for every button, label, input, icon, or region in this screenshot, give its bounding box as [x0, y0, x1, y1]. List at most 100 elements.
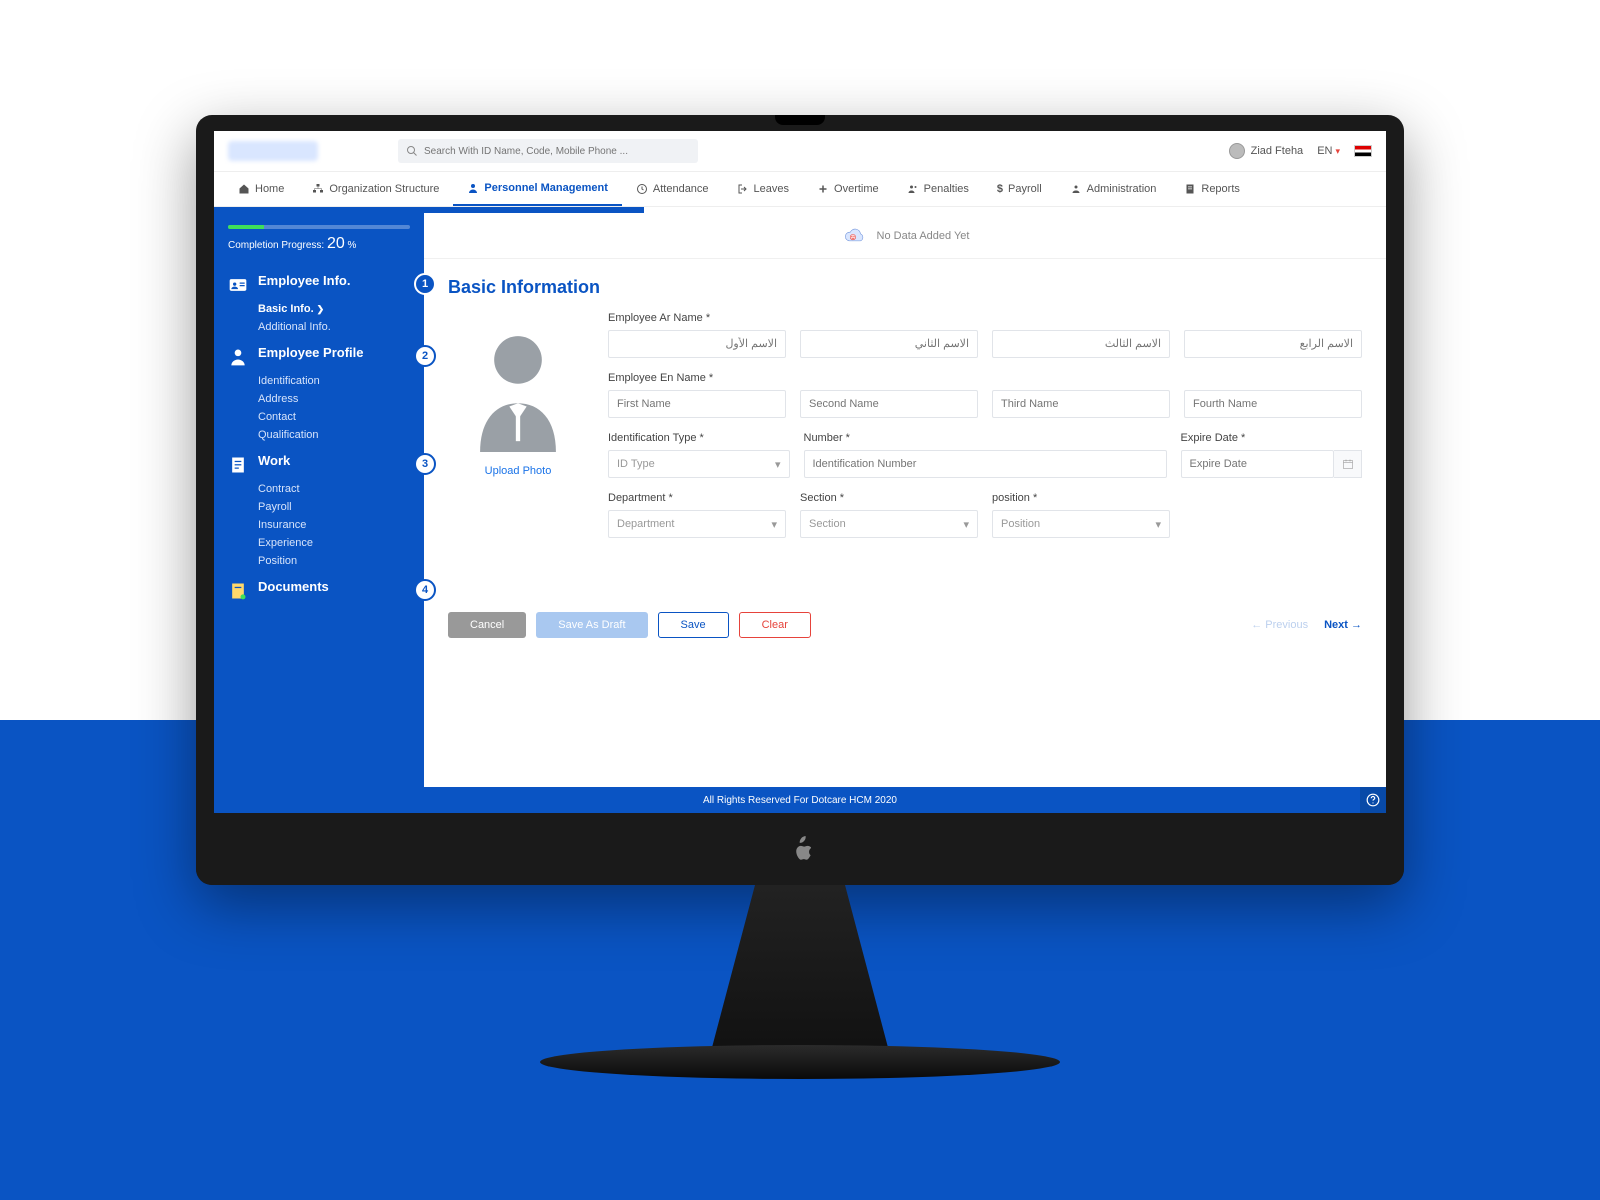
- next-button[interactable]: Next →: [1324, 619, 1362, 631]
- penalties-icon: [907, 183, 919, 195]
- clock-icon: [636, 183, 648, 195]
- calendar-icon: [1342, 458, 1354, 470]
- label-expire: Expire Date *: [1181, 432, 1363, 444]
- save-draft-button[interactable]: Save As Draft: [536, 612, 647, 638]
- nav-org-structure[interactable]: Organization Structure: [298, 172, 453, 206]
- cancel-button[interactable]: Cancel: [448, 612, 526, 638]
- document-icon: [228, 455, 248, 475]
- progress-bar: [228, 225, 410, 229]
- sub-payroll[interactable]: Payroll: [214, 497, 424, 515]
- ar-name-4[interactable]: [1184, 330, 1362, 358]
- sub-basic-info[interactable]: Basic Info.❯: [214, 299, 424, 317]
- step-employee-profile[interactable]: Employee Profile 2: [214, 335, 424, 371]
- chevron-down-icon: ▾: [963, 518, 969, 531]
- ar-name-3[interactable]: [992, 330, 1170, 358]
- chevron-down-icon: ▾: [1335, 146, 1340, 157]
- logout-icon: [737, 183, 749, 195]
- sub-contact[interactable]: Contact: [214, 407, 424, 425]
- avatar-placeholder: [463, 322, 573, 452]
- person-icon: [467, 182, 479, 194]
- step-documents[interactable]: Documents 4: [214, 569, 424, 605]
- nav-personnel[interactable]: Personnel Management: [453, 172, 621, 206]
- admin-icon: [1070, 183, 1082, 195]
- nodata-bar: No Data Added Yet: [424, 213, 1386, 259]
- reports-icon: [1184, 183, 1196, 195]
- previous-button: ← Previous: [1251, 619, 1308, 631]
- label-ar-name: Employee Ar Name *: [608, 312, 1362, 324]
- en-name-1[interactable]: [608, 390, 786, 418]
- progress-text: Completion Progress: 20 %: [228, 235, 410, 253]
- label-section: Section *: [800, 492, 978, 504]
- home-icon: [238, 183, 250, 195]
- search-input[interactable]: [424, 146, 690, 157]
- sub-qualification[interactable]: Qualification: [214, 425, 424, 443]
- nav-admin[interactable]: Administration: [1056, 172, 1171, 206]
- position-select[interactable]: Position▾: [992, 510, 1170, 538]
- en-name-3[interactable]: [992, 390, 1170, 418]
- chevron-down-icon: ▾: [771, 518, 777, 531]
- sub-insurance[interactable]: Insurance: [214, 515, 424, 533]
- chevron-down-icon: ▾: [775, 458, 781, 471]
- nav-leaves[interactable]: Leaves: [723, 172, 803, 206]
- step-employee-info[interactable]: Employee Info. 1: [214, 263, 424, 299]
- topbar: Ziad Fteha EN ▾: [214, 131, 1386, 171]
- sub-contract[interactable]: Contract: [214, 479, 424, 497]
- sub-identification[interactable]: Identification: [214, 371, 424, 389]
- section-select[interactable]: Section▾: [800, 510, 978, 538]
- page-title: Basic Information: [448, 277, 1362, 298]
- save-button[interactable]: Save: [658, 612, 729, 638]
- clear-button[interactable]: Clear: [739, 612, 811, 638]
- ar-name-2[interactable]: [800, 330, 978, 358]
- nav-home[interactable]: Home: [224, 172, 298, 206]
- chevron-right-icon: ❯: [317, 304, 325, 314]
- plus-icon: [817, 183, 829, 195]
- search-icon: [406, 145, 418, 157]
- chevron-down-icon: ▾: [1155, 518, 1161, 531]
- nav-overtime[interactable]: Overtime: [803, 172, 893, 206]
- brand-logo: [228, 141, 318, 161]
- label-en-name: Employee En Name *: [608, 372, 1362, 384]
- sub-additional-info[interactable]: Additional Info.: [214, 317, 424, 335]
- username: Ziad Fteha: [1251, 145, 1304, 157]
- calendar-button[interactable]: [1334, 450, 1362, 478]
- dollar-icon: $: [997, 183, 1003, 195]
- upload-photo-link[interactable]: Upload Photo: [448, 465, 588, 477]
- language-selector[interactable]: EN ▾: [1317, 145, 1340, 157]
- user-chip[interactable]: Ziad Fteha: [1229, 143, 1304, 159]
- main-nav: Home Organization Structure Personnel Ma…: [214, 171, 1386, 207]
- search-box[interactable]: [398, 139, 698, 163]
- flag-icon[interactable]: [1354, 145, 1372, 157]
- en-name-2[interactable]: [800, 390, 978, 418]
- en-name-4[interactable]: [1184, 390, 1362, 418]
- monitor-mockup: Ziad Fteha EN ▾ Home Organization Struct…: [196, 115, 1404, 885]
- ar-name-1[interactable]: [608, 330, 786, 358]
- label-position: position *: [992, 492, 1170, 504]
- nav-penalties[interactable]: Penalties: [893, 172, 983, 206]
- apple-logo-icon: [789, 836, 811, 862]
- org-icon: [312, 183, 324, 195]
- sub-address[interactable]: Address: [214, 389, 424, 407]
- nav-reports[interactable]: Reports: [1170, 172, 1254, 206]
- nav-payroll[interactable]: $Payroll: [983, 172, 1056, 206]
- nav-attendance[interactable]: Attendance: [622, 172, 723, 206]
- id-number-input[interactable]: [804, 450, 1167, 478]
- wizard-sidebar: Completion Progress: 20 % Employee Info.…: [214, 207, 424, 787]
- step-work[interactable]: Work 3: [214, 443, 424, 479]
- avatar-icon: [1229, 143, 1245, 159]
- label-id-type: Identification Type *: [608, 432, 790, 444]
- docs-icon: [228, 581, 248, 601]
- form-panel: No Data Added Yet Basic Information Uplo…: [424, 207, 1386, 787]
- app: Ziad Fteha EN ▾ Home Organization Struct…: [214, 131, 1386, 813]
- id-card-icon: [228, 275, 248, 295]
- dept-select[interactable]: Department▾: [608, 510, 786, 538]
- footer: All Rights Reserved For Dotcare HCM 2020: [214, 787, 1386, 813]
- help-icon: [1366, 793, 1380, 807]
- sub-position[interactable]: Position: [214, 551, 424, 569]
- help-button[interactable]: [1360, 787, 1386, 813]
- cloud-empty-icon: [841, 223, 867, 249]
- sub-experience[interactable]: Experience: [214, 533, 424, 551]
- profile-icon: [228, 347, 248, 367]
- lang-label: EN: [1317, 145, 1332, 157]
- id-type-select[interactable]: ID Type▾: [608, 450, 790, 478]
- expire-date-input[interactable]: [1181, 450, 1335, 478]
